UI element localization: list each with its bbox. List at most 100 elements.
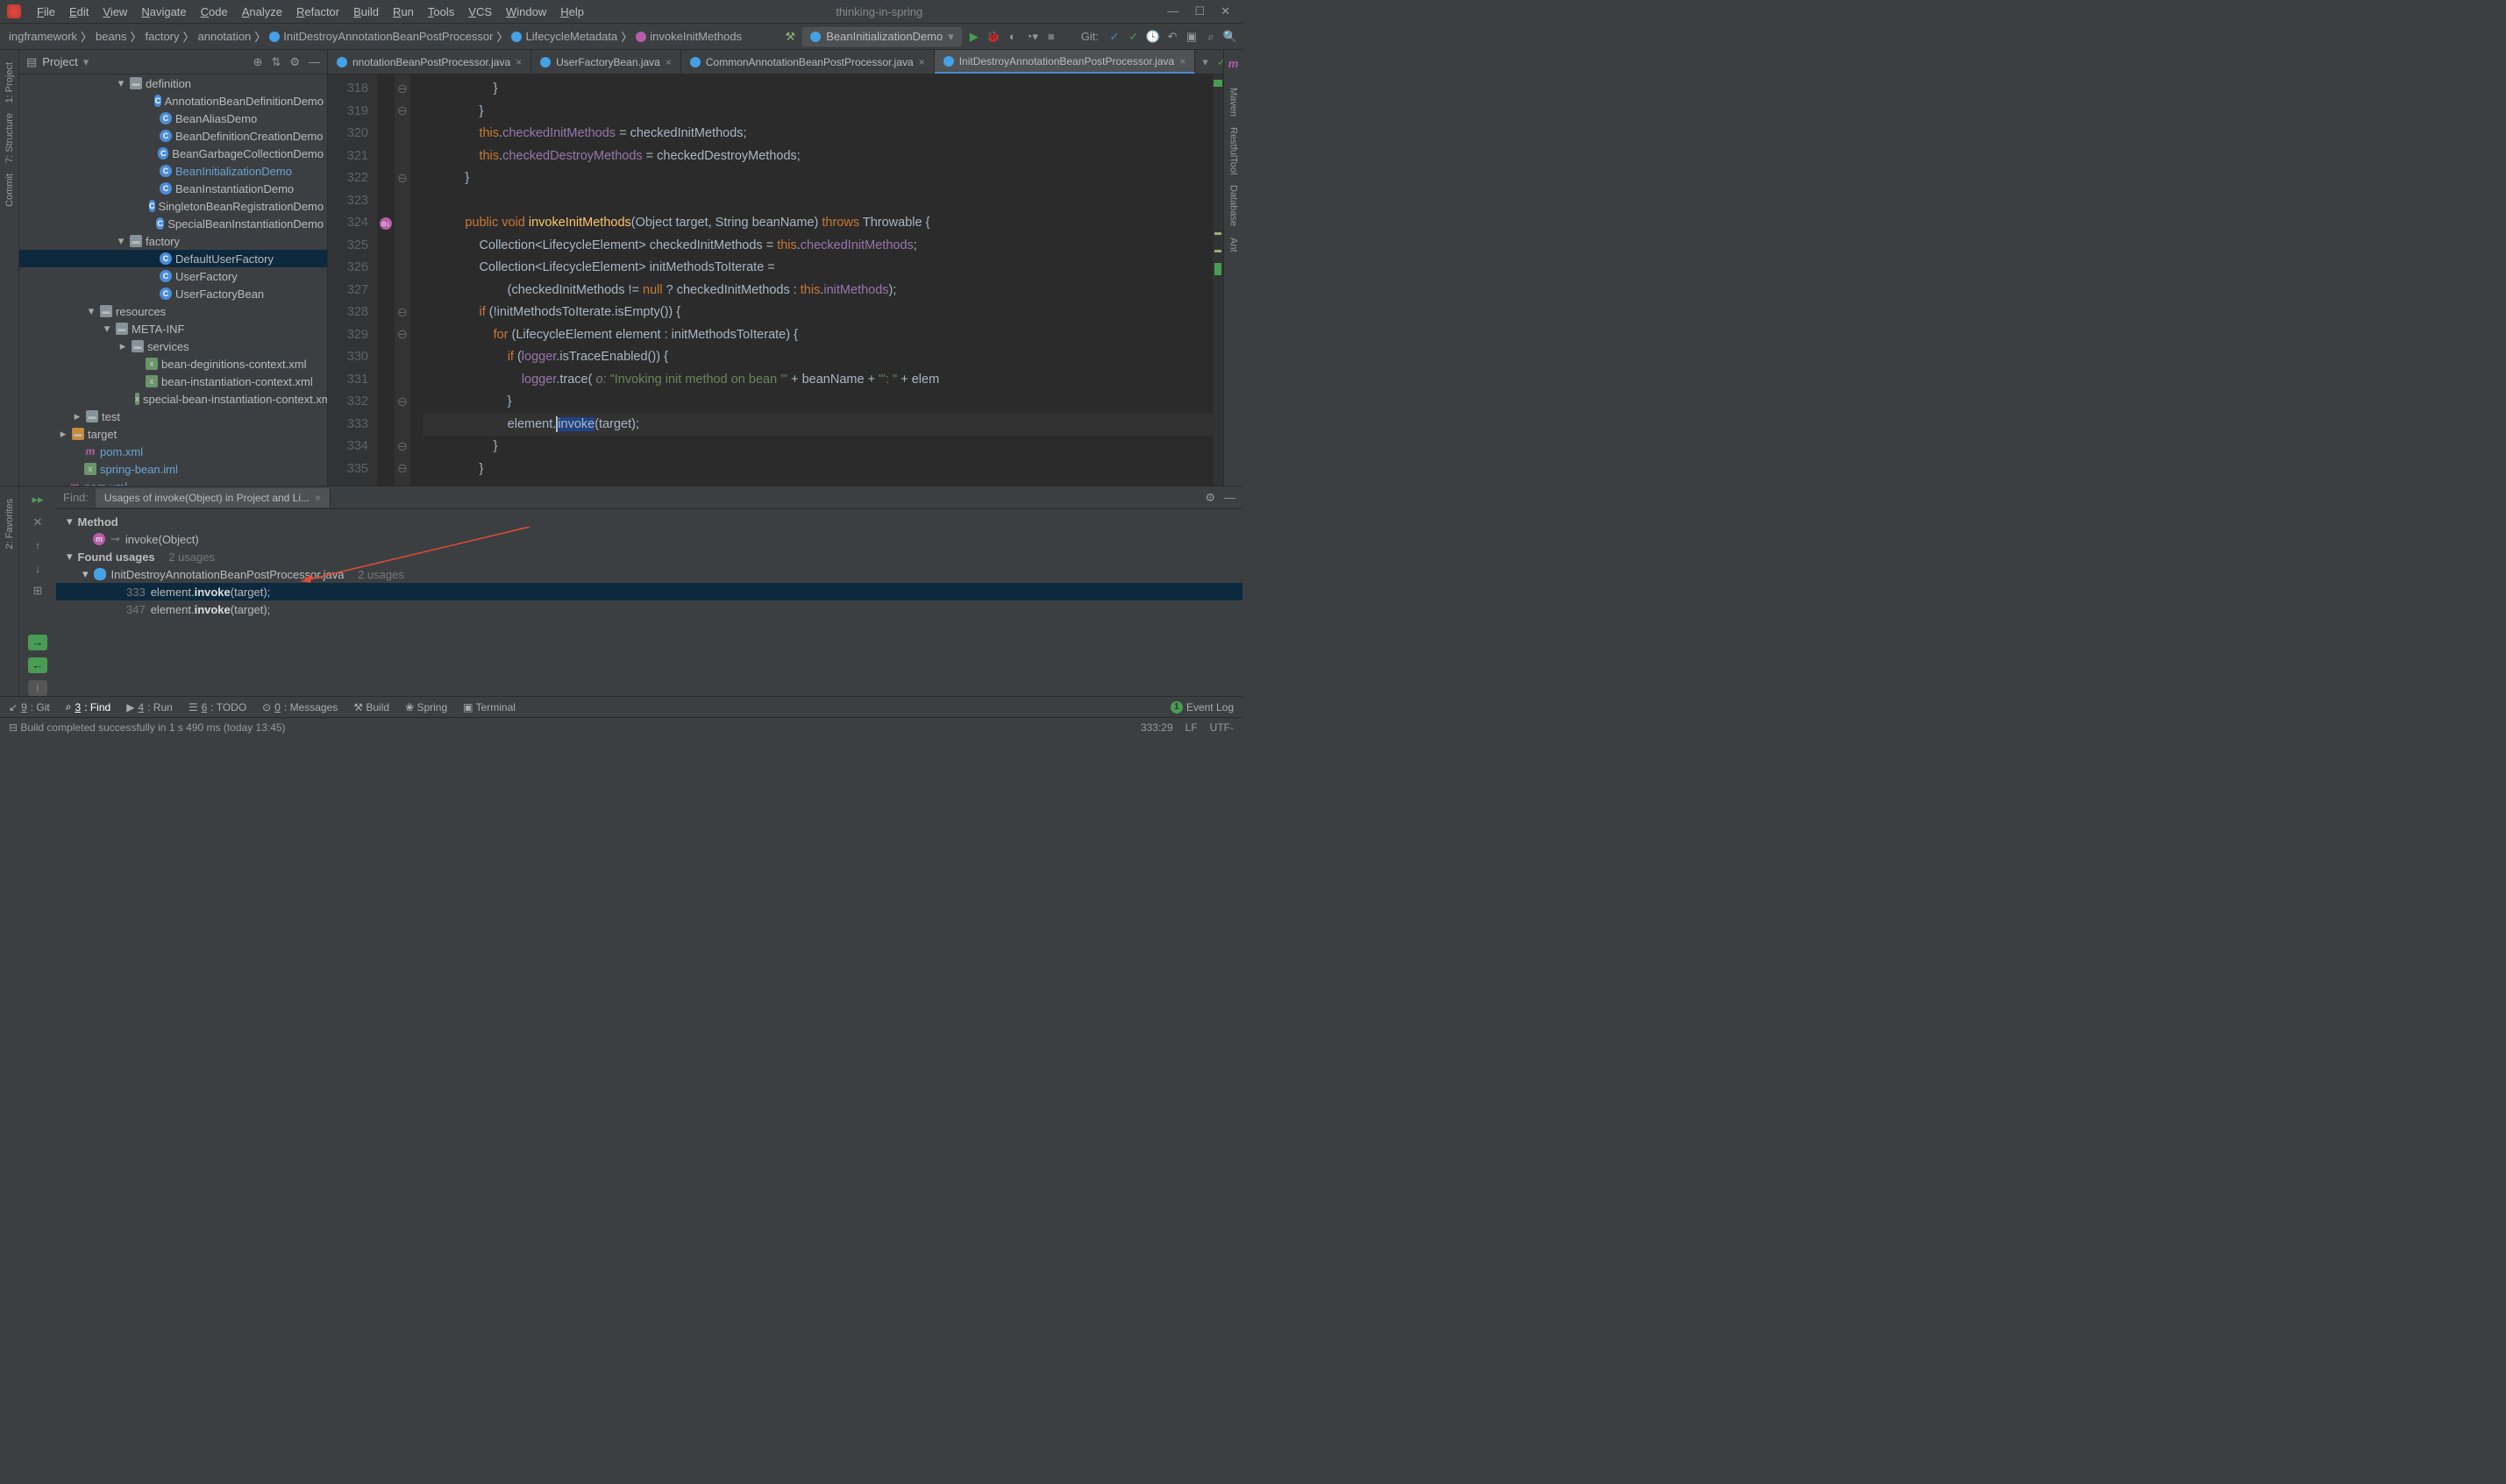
- menu-refactor[interactable]: Refactor: [289, 5, 346, 18]
- project-tree[interactable]: ▾▬definitionCAnnotationBeanDefinitionDem…: [19, 75, 327, 486]
- gear-icon[interactable]: ⚙: [289, 55, 300, 69]
- git-history-icon[interactable]: 🕓: [1146, 30, 1160, 44]
- bottom-spring[interactable]: ❀ Spring: [405, 700, 447, 714]
- tree-item[interactable]: xbean-deginitions-context.xml: [19, 355, 327, 373]
- hide-icon[interactable]: —: [309, 55, 320, 69]
- tool-restfultool[interactable]: RestfulTool: [1228, 122, 1239, 180]
- tree-item[interactable]: CBeanDefinitionCreationDemo: [19, 127, 327, 145]
- find-gear-icon[interactable]: ⚙: [1205, 491, 1215, 505]
- search-icon[interactable]: ⌕: [1204, 30, 1218, 44]
- menu-tools[interactable]: Tools: [421, 5, 461, 18]
- breadcrumb[interactable]: ingframework: [5, 30, 81, 43]
- editor-tab[interactable]: InitDestroyAnnotationBeanPostProcessor.j…: [935, 50, 1196, 74]
- tree-item[interactable]: ▾▬definition: [19, 75, 327, 92]
- git-update-icon[interactable]: ✓: [1107, 30, 1121, 44]
- breadcrumb[interactable]: LifecycleMetadata: [508, 30, 621, 43]
- code-editor[interactable]: 3183193203213223233243253263273283293303…: [328, 75, 1223, 486]
- breadcrumb[interactable]: annotation: [195, 30, 255, 43]
- menu-navigate[interactable]: Navigate: [134, 5, 193, 18]
- breadcrumb[interactable]: beans: [92, 30, 130, 43]
- file-encoding[interactable]: UTF-: [1210, 721, 1234, 734]
- down-icon[interactable]: ↓: [28, 560, 47, 576]
- menu-window[interactable]: Window: [499, 5, 553, 18]
- tool-maven[interactable]: Maven: [1228, 82, 1239, 122]
- tree-item[interactable]: mpom.xml: [19, 478, 327, 486]
- line-separator[interactable]: LF: [1185, 721, 1198, 734]
- tree-item[interactable]: xbean-instantiation-context.xml: [19, 373, 327, 390]
- up-icon[interactable]: ↑: [28, 537, 47, 553]
- menu-analyze[interactable]: Analyze: [235, 5, 289, 18]
- run-icon[interactable]: ▶: [967, 30, 981, 44]
- editor-tab[interactable]: UserFactoryBean.java×: [531, 50, 681, 74]
- editor-tab[interactable]: nnotationBeanPostProcessor.java×: [328, 50, 531, 74]
- tool-project[interactable]: 1: Project: [4, 57, 15, 108]
- tabs-dropdown-icon[interactable]: ▾: [1202, 55, 1208, 69]
- box-icon[interactable]: ▣: [1185, 30, 1199, 44]
- tree-item[interactable]: CBeanInitializationDemo: [19, 162, 327, 180]
- menu-build[interactable]: Build: [346, 5, 386, 18]
- tree-item[interactable]: ▸▬services: [19, 337, 327, 355]
- stop-icon[interactable]: ■: [1044, 30, 1058, 44]
- bottom-git[interactable]: ↙ 9: Git: [9, 700, 50, 714]
- run-config-selector[interactable]: BeanInitializationDemo▾: [802, 27, 962, 46]
- menu-help[interactable]: Help: [553, 5, 591, 18]
- prev-occur-icon[interactable]: ←: [28, 657, 47, 673]
- find-tab[interactable]: Usages of invoke(Object) in Project and …: [96, 488, 331, 508]
- git-revert-icon[interactable]: ↶: [1165, 30, 1179, 44]
- info-icon[interactable]: i: [28, 680, 47, 696]
- tree-item[interactable]: mpom.xml: [19, 443, 327, 460]
- menu-file[interactable]: File: [30, 5, 62, 18]
- search-everywhere-icon[interactable]: 🔍: [1223, 30, 1237, 44]
- tree-item[interactable]: CDefaultUserFactory: [19, 250, 327, 267]
- menu-run[interactable]: Run: [386, 5, 421, 18]
- tree-item[interactable]: CBeanInstantiationDemo: [19, 180, 327, 197]
- menu-vcs[interactable]: VCS: [461, 5, 499, 18]
- coverage-icon[interactable]: ◐: [1006, 30, 1020, 44]
- close-icon[interactable]: ✕: [1221, 4, 1230, 18]
- tree-item[interactable]: xspecial-bean-instantiation-context.xml: [19, 390, 327, 408]
- tool-structure[interactable]: 7: Structure: [4, 108, 15, 168]
- tool-database[interactable]: Database: [1228, 180, 1239, 231]
- tree-item[interactable]: CBeanGarbageCollectionDemo: [19, 145, 327, 162]
- tree-item[interactable]: ▸▬test: [19, 408, 327, 425]
- tree-item[interactable]: ▸▬target: [19, 425, 327, 443]
- profile-icon[interactable]: ◔▾: [1025, 30, 1039, 44]
- rerun-icon[interactable]: ▸▸: [28, 492, 47, 508]
- layout-icon[interactable]: ⊞: [28, 583, 47, 599]
- find-results-tree[interactable]: ▾Method m⊸invoke(Object) ▾Found usages 2…: [56, 509, 1242, 696]
- cursor-position[interactable]: 333:29: [1141, 721, 1173, 734]
- usage-row[interactable]: 333element.invoke(target);: [56, 583, 1242, 600]
- tool-ant[interactable]: Ant: [1228, 232, 1239, 258]
- bottom-todo[interactable]: ☰ 6: TODO: [189, 700, 246, 714]
- tree-item[interactable]: CUserFactoryBean: [19, 285, 327, 302]
- breadcrumb[interactable]: factory: [141, 30, 182, 43]
- tree-item[interactable]: CBeanAliasDemo: [19, 110, 327, 127]
- tree-item[interactable]: ▾▬factory: [19, 232, 327, 250]
- close-find-icon[interactable]: ✕: [28, 515, 47, 530]
- tool-favorites[interactable]: 2: Favorites: [4, 493, 15, 554]
- bottom-find[interactable]: ⌕ 3: Find: [66, 700, 110, 714]
- bottom-build[interactable]: ⚒ Build: [353, 700, 389, 714]
- tree-item[interactable]: CUserFactory: [19, 267, 327, 285]
- breadcrumb[interactable]: invokeInitMethods: [632, 30, 745, 43]
- git-commit-icon[interactable]: ✓: [1127, 30, 1141, 44]
- maximize-icon[interactable]: ☐: [1194, 4, 1205, 18]
- tree-item[interactable]: CSingletonBeanRegistrationDemo: [19, 197, 327, 215]
- hammer-icon[interactable]: ⚒: [783, 30, 797, 44]
- tool-commit[interactable]: Commit: [4, 168, 15, 212]
- tree-item[interactable]: ▾▬META-INF: [19, 320, 327, 337]
- tree-item[interactable]: ▾▬resources: [19, 302, 327, 320]
- tree-item[interactable]: CSpecialBeanInstantiationDemo: [19, 215, 327, 232]
- editor-tab[interactable]: CommonAnnotationBeanPostProcessor.java×: [681, 50, 935, 74]
- next-occur-icon[interactable]: →: [28, 635, 47, 650]
- breadcrumb[interactable]: InitDestroyAnnotationBeanPostProcessor: [266, 30, 496, 43]
- tree-item[interactable]: CAnnotationBeanDefinitionDemo: [19, 92, 327, 110]
- bottom-run[interactable]: ▶ 4: Run: [126, 700, 173, 714]
- usage-row[interactable]: 347element.invoke(target);: [56, 600, 1242, 618]
- expand-icon[interactable]: ⇅: [271, 55, 281, 69]
- bottom-messages[interactable]: ⊙ 0: Messages: [262, 700, 338, 714]
- find-hide-icon[interactable]: —: [1224, 491, 1235, 504]
- event-log-button[interactable]: 1Event Log: [1171, 701, 1234, 714]
- locate-icon[interactable]: ⊕: [253, 55, 263, 69]
- debug-icon[interactable]: 🐞: [986, 30, 1000, 44]
